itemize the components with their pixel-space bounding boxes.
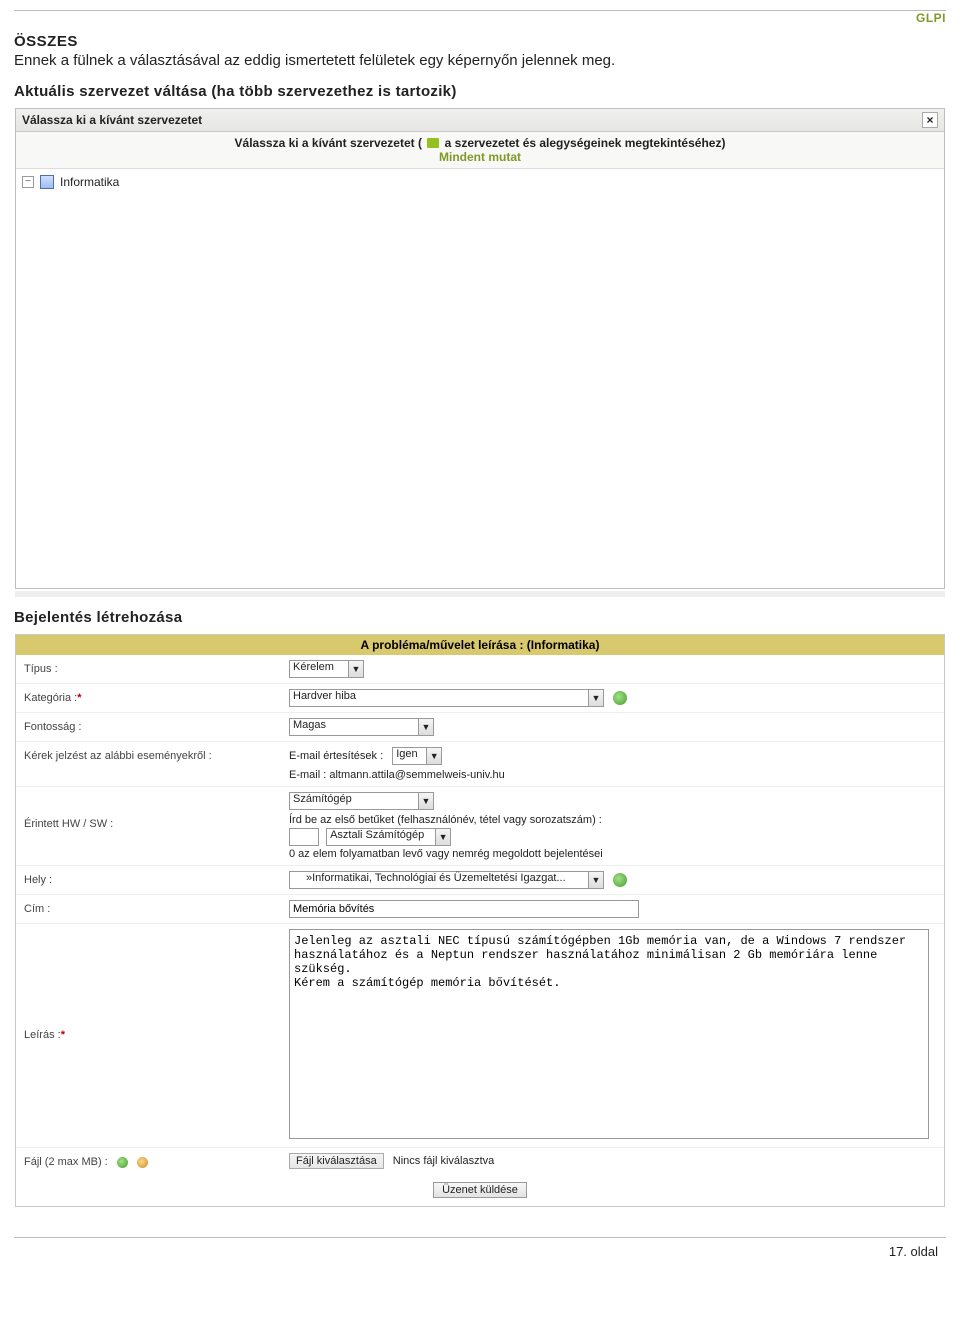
section-all-title: ÖSSZES	[14, 33, 946, 50]
org-tree: − Informatika	[16, 168, 944, 588]
label-file: Fájl (2 max MB) :	[24, 1153, 289, 1168]
org-selector-dialog: Válassza ki a kívánt szervezetet × Válas…	[15, 108, 945, 589]
title-input[interactable]	[289, 900, 639, 918]
hw-sub-select[interactable]: Asztali Számítógép	[326, 828, 436, 846]
section-all-desc: Ennek a fülnek a választásával az eddig …	[14, 52, 946, 69]
label-notify: Kérek jelzést az alábbi eseményekről :	[24, 747, 289, 762]
tree-item[interactable]: − Informatika	[22, 175, 938, 189]
refresh-icon[interactable]	[613, 873, 627, 887]
chevron-down-icon[interactable]: ▼	[427, 747, 442, 765]
type-select[interactable]: Kérelem	[289, 660, 349, 678]
file-status: Nincs fájl kiválasztva	[393, 1155, 494, 1167]
label-category: Kategória :*	[24, 689, 289, 704]
close-icon[interactable]: ×	[922, 112, 938, 128]
email-value: altmann.attila@semmelweis-univ.hu	[329, 769, 504, 781]
chevron-down-icon[interactable]: ▼	[349, 660, 364, 678]
hw-type-select[interactable]: Számítógép	[289, 792, 419, 810]
place-select[interactable]: »Informatikai, Technológiai és Üzemeltet…	[289, 871, 589, 889]
file-choose-button[interactable]: Fájl kiválasztása	[289, 1153, 384, 1169]
chevron-down-icon[interactable]: ▼	[589, 689, 604, 707]
label-type: Típus :	[24, 660, 289, 675]
chevron-down-icon[interactable]: ▼	[419, 792, 434, 810]
description-textarea[interactable]	[289, 929, 929, 1139]
org-icon	[40, 175, 54, 189]
brand-logo: GLPI	[14, 11, 946, 25]
label-desc: Leírás :*	[24, 929, 289, 1041]
dropdown-icon	[427, 138, 439, 148]
label-place: Hely :	[24, 871, 289, 886]
hw-status: 0 az elem folyamatban levő vagy nemrég m…	[289, 848, 936, 860]
add-icon[interactable]	[137, 1157, 148, 1168]
submit-button[interactable]: Üzenet küldése	[433, 1182, 527, 1198]
dialog-subtitle: Válassza ki a kívánt szervezetet ( a sze…	[16, 132, 944, 150]
dialog-title: Válassza ki a kívánt szervezetet	[22, 113, 202, 127]
tree-collapse-icon[interactable]: −	[22, 176, 34, 188]
tree-item-label: Informatika	[60, 175, 119, 189]
section-report-title: Bejelentés létrehozása	[14, 609, 946, 626]
label-hw: Érintett HW / SW :	[24, 792, 289, 830]
chevron-down-icon[interactable]: ▼	[589, 871, 604, 889]
section-org-title: Aktuális szervezet váltása (ha több szer…	[14, 83, 946, 100]
email-line-label: E-mail :	[289, 769, 329, 781]
refresh-icon[interactable]	[613, 691, 627, 705]
form-header: A probléma/művelet leírása : (Informatik…	[16, 635, 944, 655]
email-notif-select[interactable]: Igen	[392, 747, 427, 765]
chevron-down-icon[interactable]: ▼	[419, 718, 434, 736]
label-title: Cím :	[24, 900, 289, 915]
ticket-form: A probléma/művelet leírása : (Informatik…	[15, 634, 945, 1207]
show-all-link[interactable]: Mindent mutat	[16, 150, 944, 168]
chevron-down-icon[interactable]: ▼	[436, 828, 451, 846]
hw-instr: Írd be az első betűket (felhasználónév, …	[289, 814, 936, 826]
email-notif-label: E-mail értesítések :	[289, 750, 383, 762]
importance-select[interactable]: Magas	[289, 718, 419, 736]
hw-search-input[interactable]	[289, 828, 319, 846]
page-number: 17. oldal	[14, 1238, 946, 1269]
label-importance: Fontosság :	[24, 718, 289, 733]
category-select[interactable]: Hardver hiba	[289, 689, 589, 707]
help-icon[interactable]	[117, 1157, 128, 1168]
